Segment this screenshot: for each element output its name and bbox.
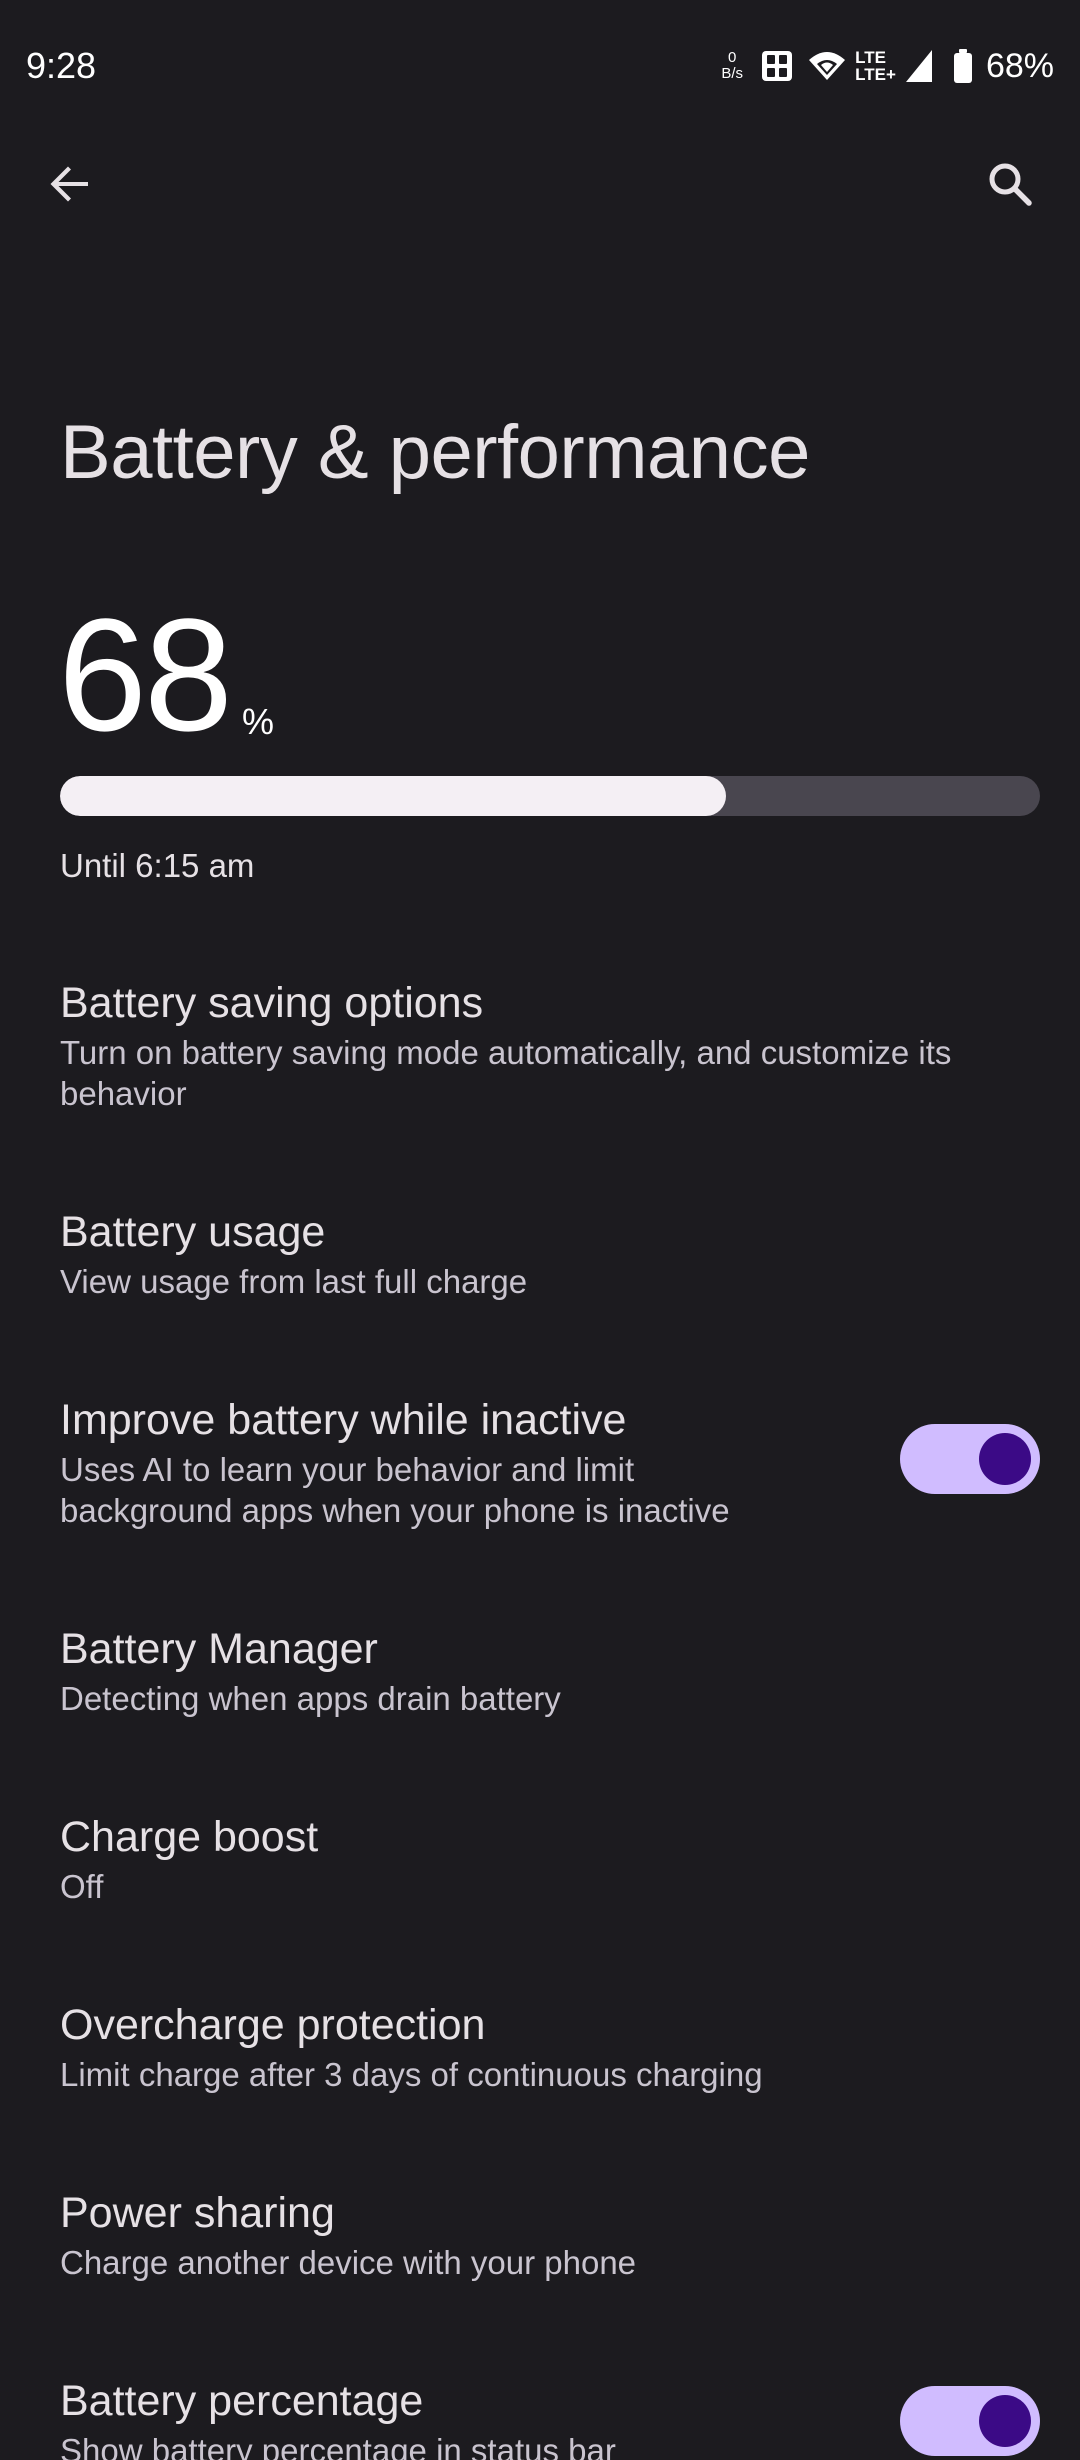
setting-text: Improve battery while inactive Uses AI t… [60,1393,730,1531]
setting-title: Improve battery while inactive [60,1396,627,1444]
setting-text: Power sharing Charge another device with… [60,2186,636,2283]
battery-level-display: 68 % [58,590,274,760]
lte-label-top: LTE [855,48,887,67]
setting-summary: Limit charge after 3 days of continuous … [60,2056,763,2093]
setting-summary-line: background apps when your phone is inact… [60,1492,730,1529]
setting-title: Power sharing [60,2189,335,2237]
dual-sim-icon [759,48,795,84]
setting-charge-boost[interactable]: Charge boost Off [0,1810,1080,1940]
battery-estimate: Until 6:15 am [60,847,255,884]
battery-percentage-toggle[interactable] [900,2386,1040,2456]
battery-progress-fill [60,776,727,816]
setting-power-sharing[interactable]: Power sharing Charge another device with… [0,2186,1080,2316]
setting-text: Charge boost Off [60,1810,318,1907]
setting-summary: View usage from last full charge [60,1263,528,1300]
network-speed-value: 0 [727,49,737,66]
setting-text: Battery percentage Show battery percenta… [60,2374,616,2460]
setting-battery-saving-options[interactable]: Battery saving options Turn on battery s… [0,976,1080,1146]
status-bar: 9:28 0 B/s LTE LTE+ 68% [0,0,1080,132]
battery-level-unit: % [241,701,274,742]
setting-title: Charge boost [60,1813,319,1861]
setting-text: Battery usage View usage from last full … [60,1205,527,1302]
setting-summary: Detecting when apps drain battery [60,1680,561,1717]
setting-title: Battery percentage [60,2377,424,2425]
battery-level-value: 68 [58,585,233,764]
setting-summary: Uses AI to learn your behavior and limit… [60,1449,730,1531]
signal-icon [904,48,940,84]
setting-title: Battery usage [60,1208,326,1256]
setting-summary: Off [60,1868,104,1905]
search-button[interactable] [970,146,1050,226]
setting-improve-battery-while-inactive[interactable]: Improve battery while inactive Uses AI t… [0,1393,1080,1563]
setting-battery-percentage[interactable]: Battery percentage Show battery percenta… [0,2374,1080,2460]
improve-battery-toggle[interactable] [900,1424,1040,1494]
setting-battery-manager[interactable]: Battery Manager Detecting when apps drai… [0,1622,1080,1752]
back-button[interactable] [30,146,110,226]
setting-summary: Turn on battery saving mode automaticall… [60,1032,951,1114]
lte-label-bottom: LTE+ [855,65,896,84]
setting-summary-line: Turn on battery saving mode automaticall… [60,1034,952,1071]
setting-title: Battery Manager [60,1625,378,1673]
toggle-knob [979,2395,1031,2447]
setting-summary-line: behavior [60,1075,187,1112]
search-icon [987,161,1033,212]
network-speed-unit: B/s [721,65,743,82]
setting-title: Battery saving options [60,979,484,1027]
setting-text: Battery saving options Turn on battery s… [60,976,951,1114]
battery-percentage-status: 68% [985,47,1054,85]
arrow-back-icon [48,162,92,211]
setting-overcharge-protection[interactable]: Overcharge protection Limit charge after… [0,1998,1080,2128]
status-time: 9:28 [26,45,97,86]
status-icons: 0 B/s LTE LTE+ 68% [717,44,1054,88]
battery-icon [952,48,974,84]
setting-summary: Charge another device with your phone [60,2244,637,2281]
setting-summary: Show battery percentage in status bar [60,2432,616,2460]
setting-battery-usage[interactable]: Battery usage View usage from last full … [0,1205,1080,1335]
page-title: Battery & performance [60,410,810,495]
battery-progress-bar [60,776,1040,816]
toggle-knob [979,1433,1031,1485]
wifi-icon [807,48,846,84]
setting-text: Battery Manager Detecting when apps drai… [60,1622,561,1719]
setting-text: Overcharge protection Limit charge after… [60,1998,763,2095]
lte-indicator: LTE LTE+ [855,49,896,83]
setting-title: Overcharge protection [60,2001,486,2049]
setting-summary-line: Uses AI to learn your behavior and limit [60,1451,635,1488]
network-speed: 0 B/s [717,50,747,82]
